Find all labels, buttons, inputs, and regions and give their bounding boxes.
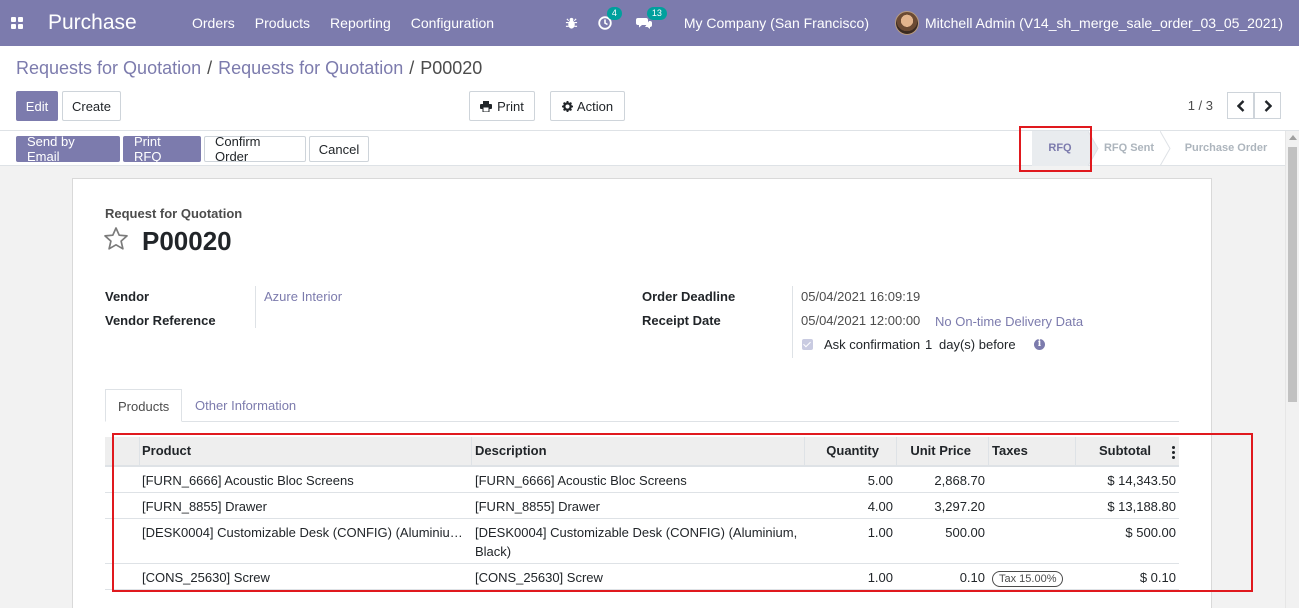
form-statusbar: Send by Email Print RFQ Confirm Order Ca… [0,131,1299,166]
menu-orders[interactable]: Orders [182,0,245,46]
ask-confirmation-suffix: day(s) before [939,337,1016,352]
breadcrumb-rfq-1[interactable]: Requests for Quotation [16,58,201,79]
navbar-systray: 4 13 My Company (San Francisco) Mitchell… [549,0,1299,46]
vendor-label: Vendor [105,289,150,304]
chevron-right-icon [1264,99,1272,112]
star-icon[interactable] [103,226,129,252]
order-deadline-label: Order Deadline [642,289,736,304]
receipt-date-field[interactable]: 05/04/2021 12:00:00 [801,313,920,328]
stage-arrow-icon [1160,131,1171,166]
tab-other-information[interactable]: Other Information [183,389,308,422]
pager-previous-button[interactable] [1227,92,1254,119]
confirm-order-button[interactable]: Confirm Order [204,134,306,164]
app-name[interactable]: Purchase [48,11,180,35]
chevron-left-icon [1236,99,1244,112]
printer-icon [480,100,493,112]
scrollbar-thumb[interactable] [1288,147,1297,402]
menu-configuration[interactable]: Configuration [401,0,504,46]
vendor-field[interactable]: Azure Interior [264,289,342,304]
field-divider [792,286,793,358]
messages-chat-icon[interactable]: 13 [635,7,667,30]
order-deadline-field[interactable]: 05/04/2021 16:09:19 [801,289,920,304]
document-type: Request for Quotation [105,206,243,221]
messages-count-badge: 13 [646,7,667,20]
notebook-tabs: Products Other Information [105,389,1179,422]
ask-confirmation-days[interactable]: 1 [925,337,932,352]
pager-next-button[interactable] [1254,92,1281,119]
gear-icon [561,100,573,112]
breadcrumb-separator: / [207,58,213,78]
apps-menu-icon[interactable] [2,0,32,46]
debug-bug-icon[interactable] [565,17,578,30]
top-navbar: Purchase Orders Products Reporting Confi… [0,0,1299,46]
action-label: Action [576,98,614,114]
ask-confirmation-label: Ask confirmation [824,337,921,352]
tab-products[interactable]: Products [105,389,182,422]
breadcrumb-rfq-2[interactable]: Requests for Quotation [218,58,403,79]
control-panel: Requests for Quotation / Requests for Qu… [0,46,1299,131]
scroll-up-arrow-icon[interactable] [1289,135,1297,140]
receipt-date-label: Receipt Date [642,313,721,328]
stage-rfq-sent[interactable]: RFQ Sent [1098,131,1160,166]
menu-reporting[interactable]: Reporting [320,0,401,46]
create-button[interactable]: Create [62,91,121,121]
print-button[interactable]: Print [469,91,535,121]
scrollbar[interactable] [1285,131,1299,608]
print-label: Print [497,98,524,114]
menu-products[interactable]: Products [245,0,320,46]
send-by-email-button[interactable]: Send by Email [16,134,120,164]
rfq-stage-highlight [1019,126,1092,172]
ask-confirmation-checkbox[interactable] [802,339,813,350]
breadcrumb: Requests for Quotation / Requests for Qu… [16,58,482,79]
user-name: Mitchell Admin (V14_sh_merge_sale_order_… [924,15,1283,31]
print-rfq-button[interactable]: Print RFQ [123,134,201,164]
stage-purchase-order[interactable]: Purchase Order [1174,131,1278,166]
breadcrumb-current: P00020 [420,58,483,78]
activity-clock-icon[interactable]: 4 [598,7,622,30]
info-icon[interactable]: i [1034,339,1045,350]
document-name: P00020 [142,226,232,256]
cancel-button[interactable]: Cancel [309,136,369,162]
on-time-delivery-link[interactable]: No On-time Delivery Data [935,314,1083,329]
user-avatar [894,11,919,35]
pager-value[interactable]: 1 / 3 [1188,98,1213,113]
company-switcher[interactable]: My Company (San Francisco) [684,15,869,31]
action-button[interactable]: Action [550,91,625,121]
activity-count-badge: 4 [606,7,622,20]
field-divider [255,286,256,328]
user-menu[interactable]: Mitchell Admin (V14_sh_merge_sale_order_… [894,11,1283,35]
vendor-reference-label: Vendor Reference [105,313,216,328]
edit-button[interactable]: Edit [16,91,58,121]
breadcrumb-separator: / [409,58,415,78]
order-lines-highlight [112,433,1253,592]
main-menu: Orders Products Reporting Configuration [182,0,504,46]
